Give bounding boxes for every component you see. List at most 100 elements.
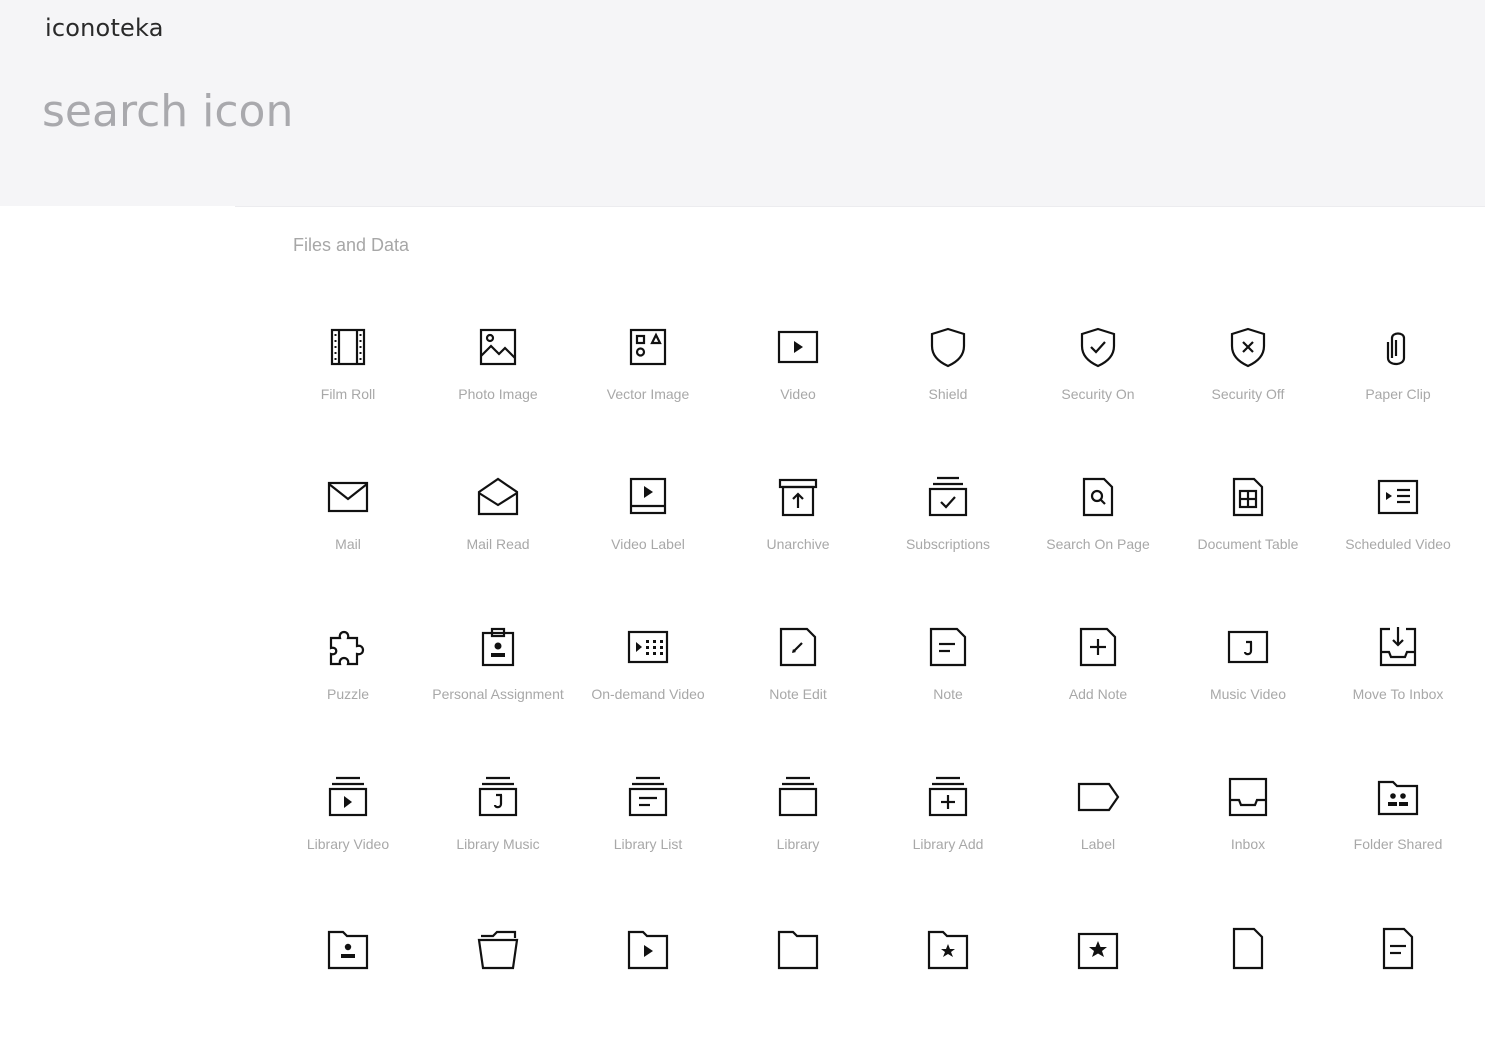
header: iconoteka xyxy=(0,0,1485,206)
vector-image-icon xyxy=(625,324,671,370)
icon-tile[interactable]: Photo Image xyxy=(423,300,573,450)
icon-label: Video Label xyxy=(611,536,685,552)
icon-label: Label xyxy=(1080,836,1116,852)
header-divider xyxy=(235,206,1485,207)
icon-tile[interactable]: Scheduled Video xyxy=(1323,450,1473,600)
icon-tile[interactable]: Library Video xyxy=(273,750,423,900)
move-to-inbox-icon xyxy=(1375,624,1421,670)
icon-label: Subscriptions xyxy=(905,536,991,552)
icon-tile[interactable]: Music Video xyxy=(1173,600,1323,750)
mail-read-icon xyxy=(475,474,521,520)
icon-tile[interactable]: Puzzle xyxy=(273,600,423,750)
puzzle-icon xyxy=(325,624,371,670)
icon-tile[interactable]: Label xyxy=(1023,750,1173,900)
library-music-icon xyxy=(475,774,521,820)
icon-tile[interactable] xyxy=(573,900,723,1050)
icon-tile[interactable] xyxy=(1173,900,1323,1050)
icon-tile[interactable] xyxy=(873,900,1023,1050)
icon-label: Unarchive xyxy=(766,536,830,552)
inbox-icon xyxy=(1225,774,1271,820)
icon-tile[interactable]: On-demand Video xyxy=(573,600,723,750)
film-roll-icon xyxy=(325,324,371,370)
icon-label: Note xyxy=(933,686,963,702)
shield-icon xyxy=(925,324,971,370)
icon-tile[interactable]: Library xyxy=(723,750,873,900)
icon-tile[interactable]: Personal Assignment xyxy=(423,600,573,750)
library-add-icon xyxy=(925,774,971,820)
icon-tile[interactable]: Mail xyxy=(273,450,423,600)
icon-label: Photo Image xyxy=(458,386,538,402)
note-icon xyxy=(925,624,971,670)
icon-tile[interactable] xyxy=(723,900,873,1050)
icon-label: Paper Clip xyxy=(1365,386,1431,402)
personal-assignment-icon xyxy=(475,624,521,670)
icon-tile[interactable]: Document Table xyxy=(1173,450,1323,600)
icon-tile[interactable] xyxy=(273,900,423,1050)
icon-label: Library Add xyxy=(912,836,984,852)
library-icon xyxy=(775,774,821,820)
icon-label: Move To Inbox xyxy=(1352,686,1444,702)
mail-icon xyxy=(325,474,371,520)
icon-label: Puzzle xyxy=(326,686,370,702)
document-icon xyxy=(1225,924,1271,970)
icon-tile[interactable]: Inbox xyxy=(1173,750,1323,900)
security-off-icon xyxy=(1225,324,1271,370)
icon-tile[interactable]: Note xyxy=(873,600,1023,750)
subscriptions-icon xyxy=(925,474,971,520)
icon-label: Mail Read xyxy=(466,536,530,552)
icon-tile[interactable]: Video Label xyxy=(573,450,723,600)
library-list-icon xyxy=(625,774,671,820)
icon-label: Shield xyxy=(928,386,968,402)
icon-label: Folder Shared xyxy=(1353,836,1443,852)
document-table-icon xyxy=(1225,474,1271,520)
security-on-icon xyxy=(1075,324,1121,370)
icon-tile[interactable]: Library List xyxy=(573,750,723,900)
icon-label: Security On xyxy=(1061,386,1135,402)
video-label-icon xyxy=(625,474,671,520)
icon-label: Library List xyxy=(613,836,683,852)
icon-tile[interactable]: Shield xyxy=(873,300,1023,450)
icon-tile[interactable]: Add Note xyxy=(1023,600,1173,750)
folder-video-icon xyxy=(625,924,671,970)
icon-label: Film Roll xyxy=(320,386,376,402)
icon-tile[interactable]: Mail Read xyxy=(423,450,573,600)
icon-label: Personal Assignment xyxy=(432,686,564,702)
icon-label: Vector Image xyxy=(606,386,690,402)
icon-tile[interactable]: Library Music xyxy=(423,750,573,900)
icon-tile[interactable]: Security On xyxy=(1023,300,1173,450)
icon-tile[interactable]: Film Roll xyxy=(273,300,423,450)
icon-label: Mail xyxy=(335,536,361,552)
icon-tile[interactable]: Note Edit xyxy=(723,600,873,750)
icon-tile[interactable] xyxy=(1323,900,1473,1050)
icon-tile[interactable] xyxy=(1023,900,1173,1050)
video-icon xyxy=(775,324,821,370)
icon-tile[interactable]: Paper Clip xyxy=(1323,300,1473,450)
folder-star-icon xyxy=(925,924,971,970)
search-on-page-icon xyxy=(1075,474,1121,520)
icon-tile[interactable] xyxy=(423,900,573,1050)
icon-label: On-demand Video xyxy=(591,686,705,702)
icon-tile[interactable]: Search On Page xyxy=(1023,450,1173,600)
photo-image-icon xyxy=(475,324,521,370)
on-demand-video-icon xyxy=(625,624,671,670)
search-input[interactable] xyxy=(42,80,742,142)
icon-tile[interactable]: Move To Inbox xyxy=(1323,600,1473,750)
icon-tile[interactable]: Unarchive xyxy=(723,450,873,600)
icon-tile[interactable]: Subscriptions xyxy=(873,450,1023,600)
section-title: Files and Data xyxy=(293,235,410,255)
brand-logo[interactable]: iconoteka xyxy=(45,14,164,42)
note-edit-icon xyxy=(775,624,821,670)
icon-tile[interactable]: Video xyxy=(723,300,873,450)
document-text-icon xyxy=(1375,924,1421,970)
icon-label: Video xyxy=(780,386,816,402)
icon-tile[interactable]: Library Add xyxy=(873,750,1023,900)
icon-label: Add Note xyxy=(1068,686,1128,702)
icon-label: Library xyxy=(776,836,820,852)
paper-clip-icon xyxy=(1375,324,1421,370)
icon-tile[interactable]: Security Off xyxy=(1173,300,1323,450)
icon-label: Security Off xyxy=(1211,386,1285,402)
icon-tile[interactable]: Folder Shared xyxy=(1323,750,1473,900)
unarchive-icon xyxy=(775,474,821,520)
folder-open-icon xyxy=(475,924,521,970)
icon-tile[interactable]: Vector Image xyxy=(573,300,723,450)
